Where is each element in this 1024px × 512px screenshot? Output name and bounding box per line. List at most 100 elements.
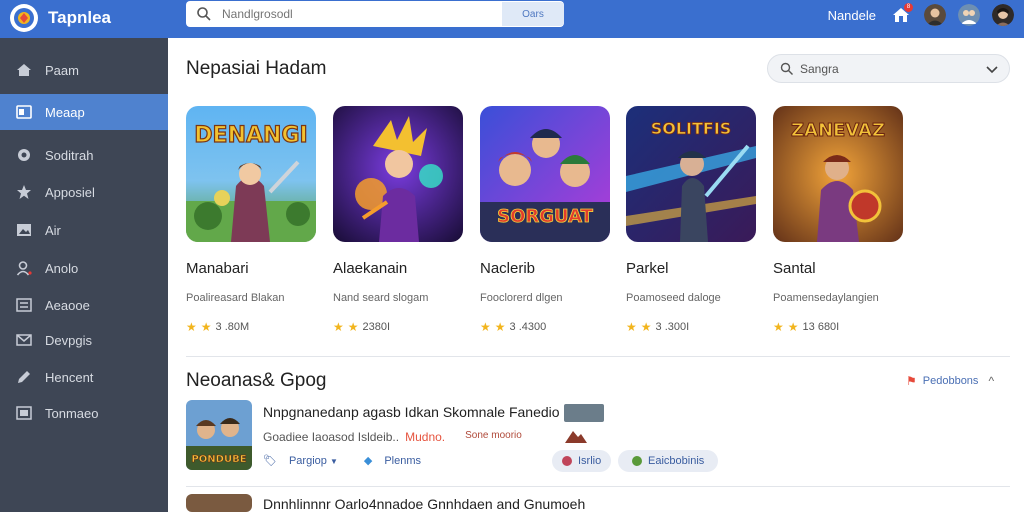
diamond-icon: ◆ [363, 455, 373, 467]
chevron-down-icon: ▼ [329, 456, 338, 466]
tag-pill[interactable]: Eaicbobinis [618, 450, 719, 472]
game-subtitle: Fooclorerd dlgen [480, 292, 563, 304]
game-subtitle: Poamoseed daloge [626, 292, 721, 304]
list-item-meta-text: Goadiee Iaoasod Isldeib.. [263, 430, 400, 444]
featured-section-title: Nepasiai Hadam [186, 58, 327, 79]
star-icon: ★ [200, 320, 212, 334]
chevron-up-icon: ^ [988, 374, 995, 388]
star-icon: ★ [494, 320, 506, 334]
list-item-title: Nnpgnanedanp agasb Idkan Skomnale Fanedi… [263, 404, 560, 420]
sidebar-item-4[interactable]: Apposiel [0, 174, 168, 210]
game-subtitle: Poalireasard Blakan [186, 292, 285, 304]
game-rating: ★ ★ 13 680I [773, 320, 839, 334]
search-button[interactable]: Oars [502, 2, 564, 26]
list-item-title: Dnnhlinnnr Oarlo4nnadoe Gnnhdaen and Gnu… [263, 496, 586, 512]
list-item-meta-muted: Sone moorio [465, 430, 522, 441]
game-card[interactable]: DENANGI Manabari Poalireasard Blakan ★ ★ 3… [186, 106, 316, 334]
window-icon [15, 103, 33, 121]
list-item[interactable]: Dnnhlinnnr Oarlo4nnadoe Gnnhdaen and Gnu… [186, 494, 1010, 512]
game-thumbnail[interactable]: ZANEVAZ [773, 106, 903, 242]
game-thumbnail[interactable]: SORGUAT [480, 106, 610, 242]
star-icon: ★ [787, 320, 799, 334]
section-divider [186, 356, 1010, 357]
sort-dropdown[interactable]: Sangra [767, 54, 1010, 83]
action-dropdown[interactable]: Pargiop ▼ [289, 455, 338, 467]
game-rating: ★ ★ 3 .80M [186, 320, 249, 334]
rating-value: 3 .80M [215, 321, 250, 333]
user-icon [632, 456, 642, 466]
mini-screenshot[interactable] [564, 404, 604, 422]
sidebar-item-label: Anolo [45, 260, 79, 276]
game-subtitle: Nand seard slogam [333, 292, 429, 304]
pen-icon [15, 368, 33, 386]
friends-avatar[interactable] [958, 4, 980, 26]
sidebar-item-label: Devpgis [45, 332, 92, 348]
game-art-title: ZANEVAZ [791, 120, 885, 141]
app-logo-icon [10, 4, 38, 32]
top-right-controls: Nandele 8 [828, 0, 1014, 30]
sidebar-item-6[interactable]: Anolo [0, 250, 168, 286]
rating-value: 3 .300I [655, 321, 690, 333]
sidebar-item-9[interactable]: Hencent [0, 359, 168, 395]
list-item-actions: 🏷 Pargiop ▼ ◆ Plenms [263, 454, 421, 468]
game-title: Parkel [626, 260, 669, 277]
list-divider [186, 486, 1010, 487]
section-link-label: Pedobbons [922, 375, 979, 387]
sidebar-item-10[interactable]: Tonmaeo [0, 395, 168, 431]
star-icon: ★ [480, 320, 491, 334]
tag-icon: 🏷 [263, 455, 277, 467]
tag-pill[interactable]: Isrlio [552, 450, 612, 472]
sidebar-item-label: Soditrah [45, 147, 94, 163]
game-rating: ★ ★ 2380I [333, 320, 390, 334]
action-dropdown-label: Pargiop [288, 454, 327, 467]
list-item[interactable]: PONDUBE Nnpgnanedanp agasb Idkan Skomnal… [186, 400, 1010, 484]
game-card[interactable]: SORGUAT Naclerib Fooclorerd dlgen ★ ★ 3 .4… [480, 106, 610, 334]
game-thumbnail[interactable] [333, 106, 463, 242]
action-link[interactable]: Plenms [384, 455, 421, 467]
search-icon [197, 7, 211, 21]
rating-value: 13 680I [802, 321, 840, 333]
rating-value: 2380I [362, 321, 391, 333]
game-art-title: DENANGI [194, 123, 307, 148]
sidebar-item-8[interactable]: Devpgis [0, 322, 168, 358]
sidebar-item-3[interactable]: Soditrah [0, 137, 168, 173]
main-content: Nepasiai Hadam Sangra DENANGI Manabari P… [168, 38, 1024, 512]
list-item-thumbnail[interactable]: PONDUBE [186, 400, 252, 470]
game-title: Manabari [186, 260, 249, 277]
circle-icon [15, 146, 33, 164]
game-art-title: SOLITFIS [651, 119, 732, 138]
sidebar-item-label: Tonmaeo [45, 405, 99, 421]
rating-value: 3 .4300 [509, 321, 547, 333]
list-item-meta-accent: Mudno. [405, 430, 446, 444]
sidebar-item-5[interactable]: Air [0, 212, 168, 248]
list-item-thumbnail[interactable] [186, 494, 252, 512]
image-icon [15, 221, 33, 239]
sidebar-item-home[interactable]: Paam [0, 52, 168, 88]
chevron-down-icon [986, 66, 998, 74]
game-title: Alaekanain [333, 260, 408, 277]
star-icon [15, 183, 33, 201]
avatar[interactable] [924, 4, 946, 26]
top-bar: Tapnlea Oars Nandele 8 [0, 0, 1024, 38]
game-card[interactable]: Alaekanain Nand seard slogam ★ ★ 2380I [333, 106, 463, 334]
box-icon [15, 404, 33, 422]
user-name[interactable]: Nandele [828, 8, 876, 23]
list-item-meta: Goadiee Iaoasod Isldeib.. Mudno. Sone mo… [263, 430, 522, 444]
list-item-art-title: PONDUBE [191, 454, 246, 465]
game-subtitle: Poamensedaylangien [773, 292, 879, 304]
brand[interactable]: Tapnlea [10, 4, 111, 32]
profile-avatar[interactable] [992, 4, 1014, 26]
sidebar-item-7[interactable]: Aeaooe [0, 287, 168, 323]
sort-dropdown-label: Sangra [800, 61, 839, 76]
game-thumbnail[interactable]: SOLITFIS [626, 106, 756, 242]
search-input[interactable] [222, 2, 502, 26]
section-link[interactable]: ⚑ Pedobbons ^ [906, 372, 994, 390]
sidebar-item-active[interactable]: Meaap [0, 94, 168, 130]
home-button[interactable]: 8 [890, 3, 913, 26]
star-icon: ★ [626, 320, 637, 334]
game-title: Naclerib [480, 260, 536, 277]
game-thumbnail[interactable]: DENANGI [186, 106, 316, 242]
game-card[interactable]: ZANEVAZ Santal Poamensedaylangien ★ ★ 13 6… [773, 106, 903, 334]
game-card[interactable]: SOLITFIS Parkel Poamoseed daloge ★ ★ 3 .30… [626, 106, 756, 334]
tag-pill-label: Isrlio [578, 455, 602, 467]
